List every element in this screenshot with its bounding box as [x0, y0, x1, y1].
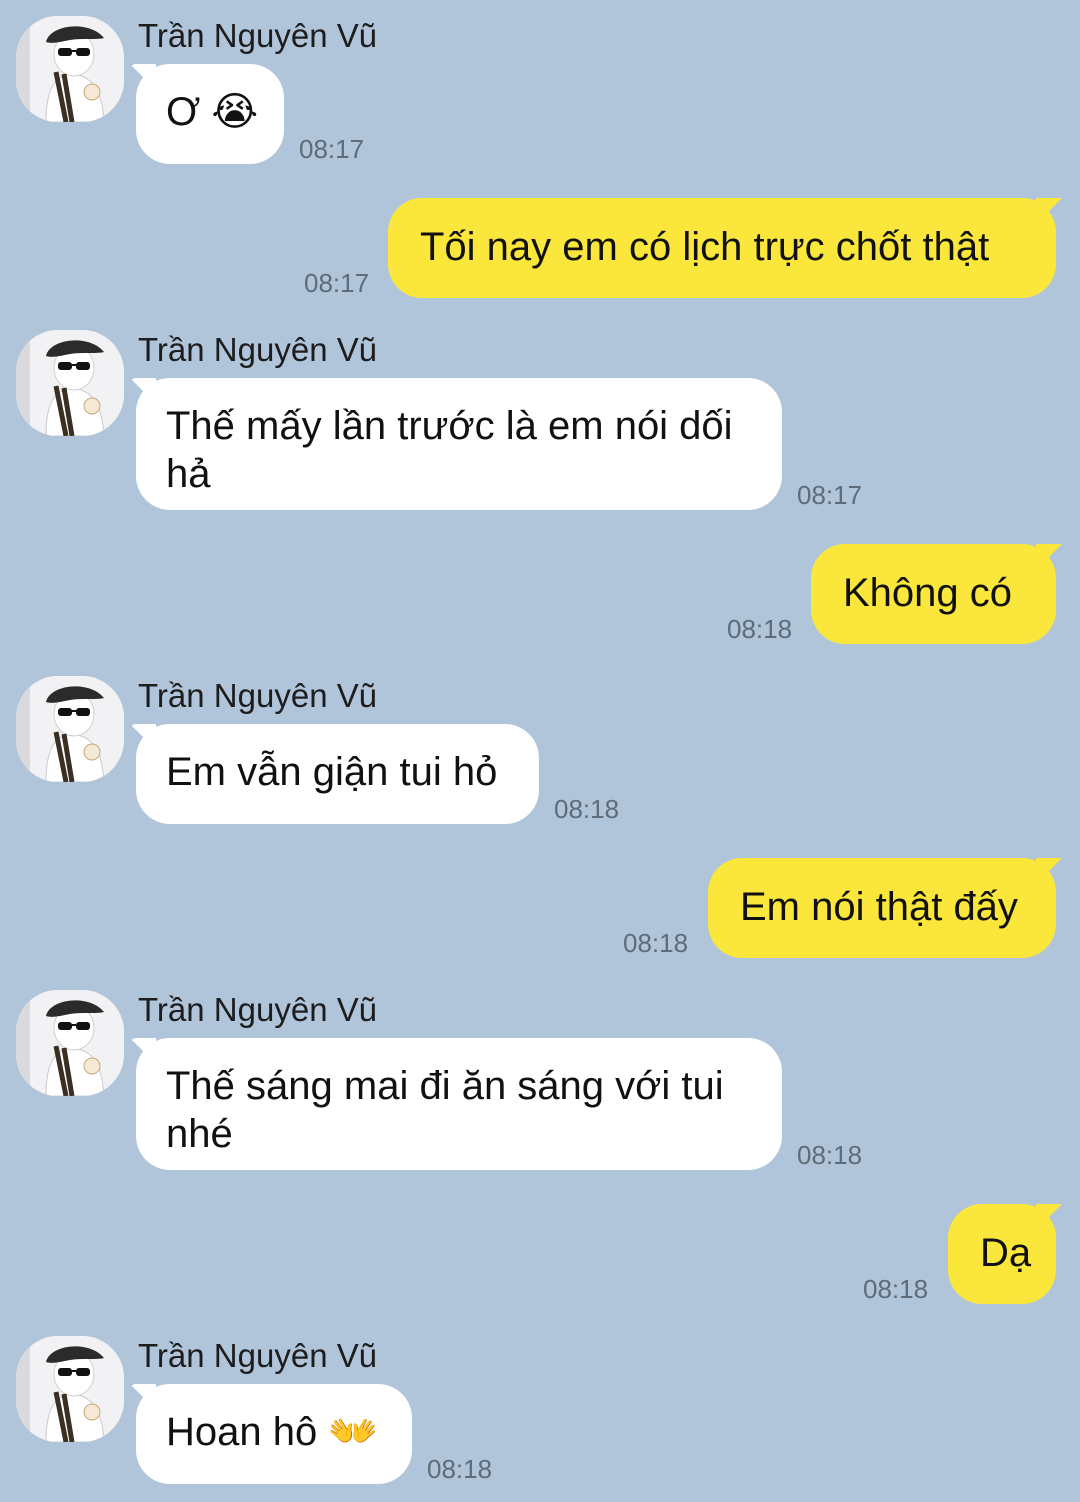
- message-time: 08:18: [623, 928, 689, 958]
- message-bubble-outgoing[interactable]: Em nói thật đấy: [708, 858, 1056, 958]
- chat-thread[interactable]: Trần Nguyên Vũ Ơ 😭 08:17 Tối nay em có l…: [0, 0, 1080, 1502]
- message-bubble-incoming[interactable]: Thế mấy lần trước là em nói dối hả: [136, 378, 782, 510]
- message-bubble-incoming[interactable]: Hoan hô 👐: [136, 1384, 412, 1484]
- message-time: 08:17: [299, 134, 365, 164]
- message-text: Ơ: [166, 90, 201, 134]
- message-time: 08:17: [797, 480, 863, 510]
- sender-name: Trần Nguyên Vũ: [138, 331, 378, 368]
- message-time: 08:18: [554, 794, 620, 824]
- avatar[interactable]: [16, 16, 124, 122]
- message-text: Hoan hô: [166, 1410, 318, 1454]
- message-time: 08:17: [304, 268, 370, 298]
- crying-face-emoji-icon: 😭: [211, 89, 259, 135]
- message-bubble-incoming[interactable]: Em vẫn giận tui hỏ: [136, 724, 539, 824]
- message-bubble-outgoing[interactable]: Không có: [811, 544, 1056, 644]
- sender-name: Trần Nguyên Vũ: [138, 677, 378, 714]
- avatar-image: [16, 330, 124, 436]
- sender-name: Trần Nguyên Vũ: [138, 1337, 378, 1374]
- sender-name: Trần Nguyên Vũ: [138, 17, 378, 54]
- avatar[interactable]: [16, 990, 124, 1096]
- message-time: 08:18: [727, 614, 793, 644]
- message-time: 08:18: [797, 1140, 863, 1170]
- sender-name: Trần Nguyên Vũ: [138, 991, 378, 1028]
- message-text: Không có: [843, 571, 1013, 615]
- avatar[interactable]: [16, 1336, 124, 1442]
- message-text: Em nói thật đấy: [740, 885, 1018, 929]
- message-text: Tối nay em có lịch trực chốt thật: [420, 225, 990, 269]
- avatar[interactable]: [16, 676, 124, 782]
- message-time: 08:18: [427, 1454, 493, 1484]
- message-text: Em vẫn giận tui hỏ: [166, 750, 498, 794]
- avatar-image: [16, 16, 124, 122]
- avatar-image: [16, 990, 124, 1096]
- message-text: Thế mấy lần trước là em nói dối hả: [166, 404, 733, 496]
- avatar[interactable]: [16, 330, 124, 436]
- avatar-image: [16, 1336, 124, 1442]
- avatar-image: [16, 676, 124, 782]
- message-text: Dạ: [980, 1231, 1032, 1275]
- message-bubble-outgoing[interactable]: Dạ: [948, 1204, 1056, 1304]
- open-hands-emoji-icon: 👐: [328, 1409, 379, 1455]
- message-time: 08:18: [863, 1274, 929, 1304]
- message-bubble-incoming[interactable]: Thế sáng mai đi ăn sáng với tui nhé: [136, 1038, 782, 1170]
- message-text: Thế sáng mai đi ăn sáng với tui nhé: [166, 1064, 724, 1156]
- message-bubble-incoming[interactable]: Ơ 😭: [136, 64, 284, 164]
- message-bubble-outgoing[interactable]: Tối nay em có lịch trực chốt thật: [388, 198, 1056, 298]
